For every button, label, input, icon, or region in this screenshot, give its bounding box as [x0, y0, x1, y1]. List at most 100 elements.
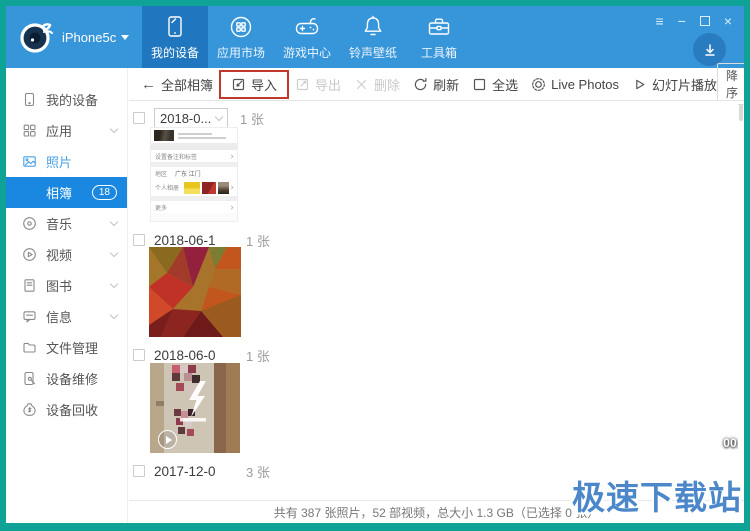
album-checkbox[interactable]	[133, 349, 145, 361]
slideshow-button[interactable]: 幻灯片播放	[632, 75, 717, 94]
tab-game-center[interactable]: 游戏中心	[274, 6, 340, 68]
tab-label: 我的设备	[151, 44, 199, 61]
album-checkbox[interactable]	[133, 465, 145, 477]
sidebar-item-device-recycle[interactable]: 设备回收	[6, 394, 127, 425]
mini-row-label: 地区	[155, 169, 167, 178]
sidebar-item-apps[interactable]: 应用	[6, 115, 127, 146]
music-icon	[22, 216, 37, 231]
maximize-icon[interactable]	[700, 16, 710, 26]
album-title: 2017-12-0	[154, 464, 234, 479]
slideshow-label: 幻灯片播放	[652, 75, 717, 94]
photo-thumbnail-settings-screenshot[interactable]: 设置备注和标签 地区 广东 江门 个人相册 更多	[150, 127, 238, 222]
close-icon[interactable]: ×	[724, 14, 732, 28]
refresh-label: 刷新	[433, 75, 459, 94]
sidebar-item-label: 文件管理	[46, 338, 98, 357]
device-selector[interactable]: iPhone5c	[18, 19, 129, 55]
album-count: 1 张	[246, 346, 270, 365]
export-button[interactable]: 导出	[295, 75, 341, 94]
book-icon	[22, 278, 37, 293]
tab-label: 铃声壁纸	[349, 44, 397, 61]
tab-toolbox[interactable]: 工具箱	[406, 6, 472, 68]
download-icon	[702, 42, 718, 58]
delete-button[interactable]: 删除	[354, 75, 400, 94]
mini-avatar	[154, 130, 174, 141]
tab-app-market[interactable]: 应用市场	[208, 6, 274, 68]
sidebar-item-label: 音乐	[46, 214, 72, 233]
video-icon	[22, 247, 37, 262]
video-thumbnail[interactable]: 00:06	[150, 363, 738, 456]
mini-row-label: 设置备注和标签	[155, 152, 197, 161]
album-checkbox[interactable]	[133, 112, 145, 124]
mini-row-label: 个人相册	[155, 183, 179, 192]
status-summary: 共有 387 张照片，52 部视频，总大小 1.3 GB（已选择 0 张）	[274, 504, 599, 521]
sidebar-item-label: 设备维修	[46, 369, 98, 388]
download-button[interactable]	[693, 33, 726, 66]
sidebar-item-label: 设备回收	[46, 400, 98, 419]
scrollbar-thumb[interactable]	[739, 104, 743, 121]
sidebar-item-albums[interactable]: 相簿 18	[6, 177, 127, 208]
sort-order-value: 降序	[726, 67, 740, 101]
play-outline-icon	[632, 77, 647, 92]
sort-order-dropdown[interactable]: 降序	[717, 63, 744, 105]
repair-icon	[22, 371, 37, 386]
sidebar-item-label: 我的设备	[46, 90, 98, 109]
tab-ringtone-wallpaper[interactable]: 铃声壁纸	[340, 6, 406, 68]
message-icon	[22, 309, 37, 324]
select-all-button[interactable]: 全选	[472, 75, 518, 94]
sidebar-item-my-device[interactable]: 我的设备	[6, 84, 127, 115]
window-controls: ≡ − ×	[655, 14, 732, 28]
chevron-down-icon	[110, 125, 118, 133]
sidebar-item-messages[interactable]: 信息	[6, 301, 127, 332]
mini-album-thumbs	[184, 182, 229, 194]
sidebar-item-label: 图书	[46, 276, 72, 295]
album-count-badge: 18	[92, 185, 117, 200]
sidebar-item-books[interactable]: 图书	[6, 270, 127, 301]
sidebar-item-label: 信息	[46, 307, 72, 326]
sidebar-item-music[interactable]: 音乐	[6, 208, 127, 239]
album-checkbox[interactable]	[133, 234, 145, 246]
album-header: 2017-12-0 3 张	[133, 460, 270, 482]
site-watermark: 极速下载站	[572, 471, 742, 519]
refresh-button[interactable]: 刷新	[413, 75, 459, 94]
sidebar-item-device-repair[interactable]: 设备维修	[6, 363, 127, 394]
delete-x-icon	[354, 77, 369, 92]
delete-label: 删除	[374, 75, 400, 94]
sidebar-item-photos[interactable]: 照片	[6, 146, 127, 177]
sidebar-item-label: 相簿	[46, 183, 72, 202]
itools-logo	[18, 19, 54, 55]
album-count: 1 张	[246, 231, 270, 250]
checkbox-icon	[472, 77, 487, 92]
polygon-art-image	[149, 247, 241, 337]
export-label: 导出	[315, 75, 341, 94]
chevron-down-icon	[215, 113, 223, 121]
import-button[interactable]: 导入	[231, 75, 277, 94]
sidebar-item-video[interactable]: 视频	[6, 239, 127, 270]
live-photos-button[interactable]: Live Photos	[531, 77, 619, 92]
chevron-down-icon	[110, 218, 118, 226]
album-title: 2018-06-1	[154, 233, 234, 248]
mini-row-value: 广东 江门	[175, 169, 201, 178]
minimize-icon[interactable]: −	[678, 14, 686, 28]
video-duration: 00:06	[723, 436, 738, 450]
album-count: 3 张	[246, 462, 270, 481]
device-name: iPhone5c	[62, 30, 116, 45]
sidebar-item-label: 照片	[46, 152, 72, 171]
import-annotation-box: 导入	[219, 70, 289, 99]
tab-label: 游戏中心	[283, 44, 331, 61]
menu-icon[interactable]: ≡	[655, 14, 663, 28]
chevron-down-icon	[110, 311, 118, 319]
album-title-dropdown[interactable]: 2018-0...	[154, 108, 228, 129]
back-to-albums-button[interactable]: ← 全部相簿	[141, 75, 213, 94]
tab-label: 应用市场	[217, 44, 265, 61]
header: iPhone5c 我的设备 应用市场	[6, 6, 744, 68]
folder-icon	[22, 340, 37, 355]
toolbar: ← 全部相簿 导入 导出 删除 刷新	[129, 68, 744, 101]
album-title: 2018-0...	[160, 111, 211, 126]
tab-my-device[interactable]: 我的设备	[142, 6, 208, 68]
sidebar-item-file-manager[interactable]: 文件管理	[6, 332, 127, 363]
money-bag-icon	[22, 402, 37, 417]
live-photos-label: Live Photos	[551, 77, 619, 92]
photo-icon	[22, 154, 37, 169]
import-label: 导入	[251, 75, 277, 94]
photo-thumbnail-polygon-art[interactable]	[149, 247, 241, 340]
